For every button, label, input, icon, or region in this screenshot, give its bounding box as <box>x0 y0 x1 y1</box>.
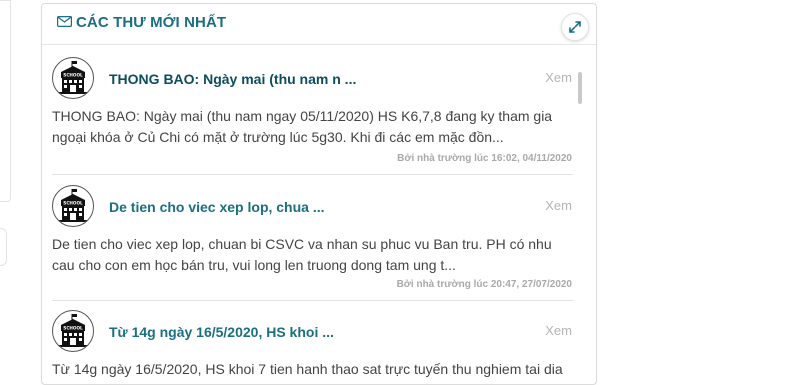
message-meta: Bởi nhà trường lúc 20:47, 27/07/2020 <box>396 279 572 290</box>
school-avatar: SCHOOL <box>52 57 94 99</box>
latest-messages-panel: CÁC THƯ MỚI NHẤT SCHOOL THONG BAO: Ngày … <box>41 3 597 385</box>
school-building-icon: SCHOOL <box>59 61 87 94</box>
message-meta: Bởi nhà trường lúc 16:02, 04/11/2020 <box>397 153 572 164</box>
message-item: SCHOOL Từ 14g ngày 16/5/2020, HS khoi ..… <box>52 310 572 385</box>
school-avatar: SCHOOL <box>52 310 94 352</box>
school-building-icon: SCHOOL <box>59 314 87 347</box>
svg-text:SCHOOL: SCHOOL <box>63 201 83 206</box>
message-title[interactable]: De tien cho viec xep lop, chua ... <box>109 199 325 215</box>
scrollbar[interactable] <box>578 72 582 104</box>
expand-arrows-icon <box>569 21 581 33</box>
view-link[interactable]: Xem <box>545 198 572 213</box>
view-link[interactable]: Xem <box>545 323 572 338</box>
message-body: De tien cho viec xep lop, chuan bi CSVC … <box>52 236 552 273</box>
message-title[interactable]: THONG BAO: Ngày mai (thu nam n ... <box>109 71 356 87</box>
expand-button[interactable] <box>561 13 589 41</box>
panel-header: CÁC THƯ MỚI NHẤT <box>42 4 596 45</box>
message-title[interactable]: Từ 14g ngày 16/5/2020, HS khoi ... <box>109 324 334 340</box>
envelope-icon <box>57 16 72 27</box>
message-body: THONG BAO: Ngày mai (thu nam ngay 05/11/… <box>52 108 553 145</box>
divider <box>52 174 573 175</box>
svg-text:SCHOOL: SCHOOL <box>63 326 83 331</box>
panel-title: CÁC THƯ MỚI NHẤT <box>76 14 227 31</box>
message-body: Từ 14g ngày 16/5/2020, HS khoi 7 tien ha… <box>52 361 563 377</box>
svg-text:SCHOOL: SCHOOL <box>63 73 83 78</box>
message-item: SCHOOL De tien cho viec xep lop, chua ..… <box>52 185 572 300</box>
background-widget-handle <box>0 228 7 266</box>
message-item: SCHOOL THONG BAO: Ngày mai (thu nam n ..… <box>52 57 572 172</box>
school-building-icon: SCHOOL <box>59 189 87 222</box>
divider <box>52 300 573 301</box>
school-avatar: SCHOOL <box>52 185 94 227</box>
background-widget <box>0 0 11 202</box>
view-link[interactable]: Xem <box>545 70 572 85</box>
